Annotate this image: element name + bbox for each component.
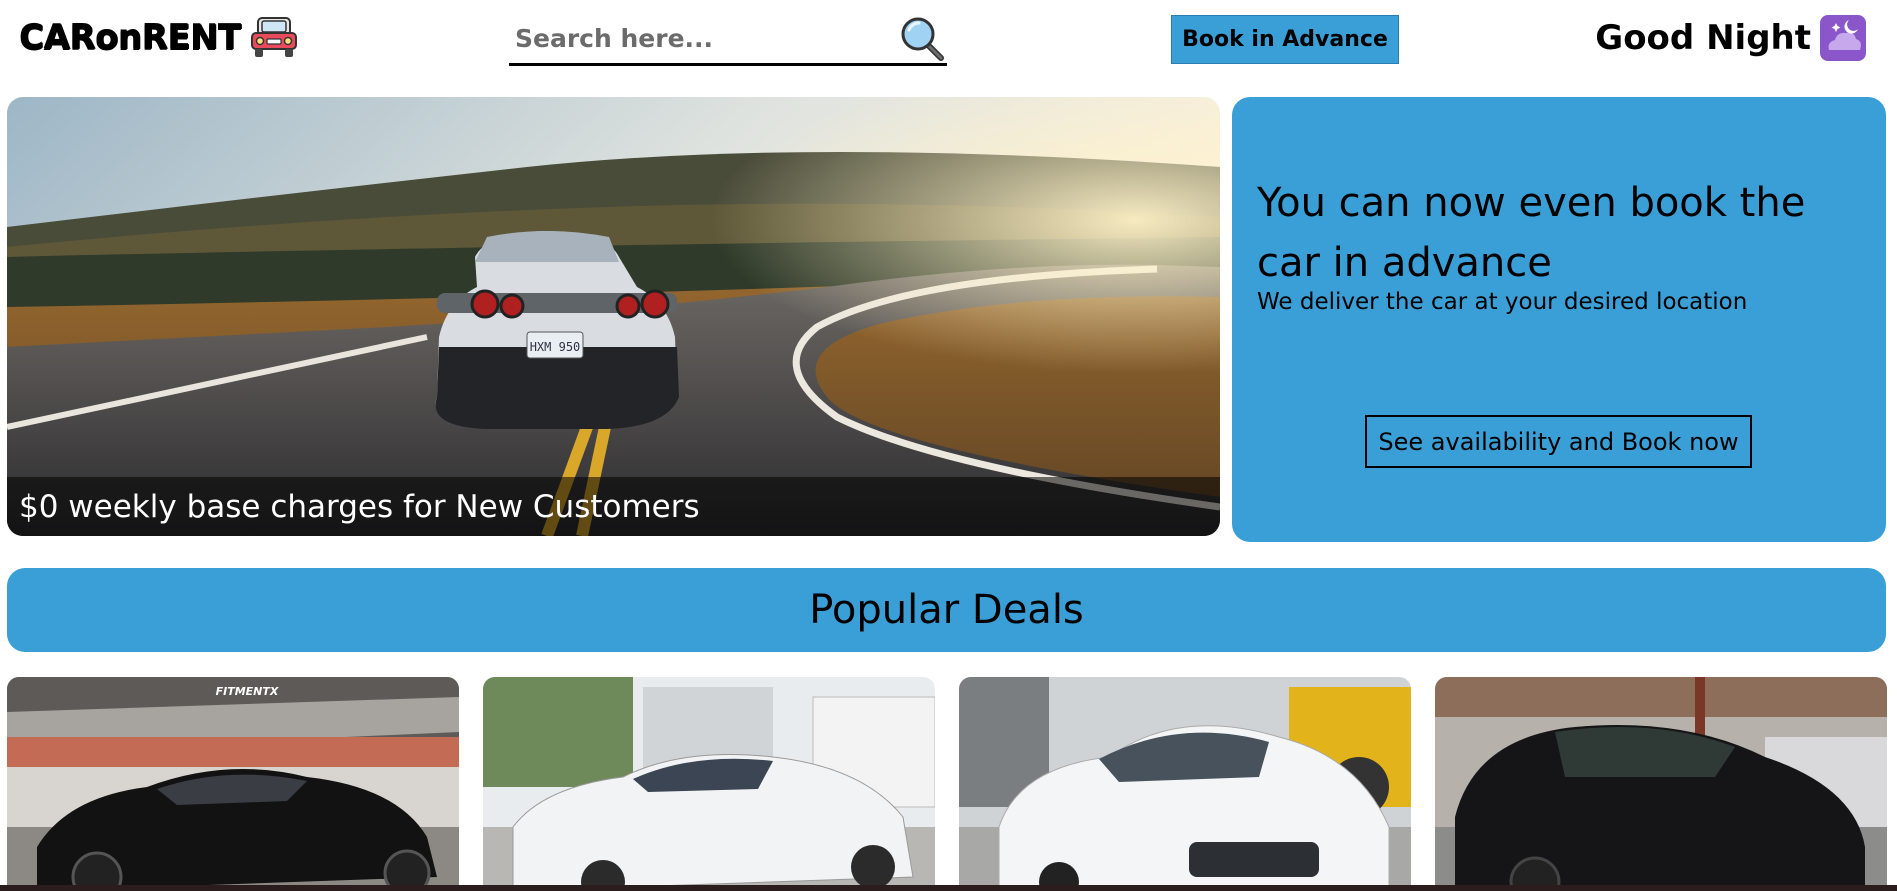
deal-car-image — [483, 677, 935, 891]
hero-banner: HXM 950 $0 weekly base charges for New C… — [7, 97, 1220, 536]
popular-deals-title: Popular Deals — [809, 587, 1084, 633]
deal-card-4[interactable] — [1435, 677, 1887, 891]
greeting-text: Good Night — [1595, 18, 1811, 58]
magnifier-icon[interactable] — [897, 16, 947, 62]
moon-stars-icon — [1820, 15, 1866, 61]
hero-car-image: HXM 950 — [7, 97, 1220, 536]
search-input[interactable] — [509, 16, 889, 61]
popular-deals-header: Popular Deals — [7, 568, 1886, 652]
deal-card-2[interactable] — [483, 677, 935, 891]
page-bottom-edge — [0, 885, 1897, 891]
car-icon — [250, 17, 297, 57]
promo-subtitle: We deliver the car at your desired locat… — [1257, 289, 1748, 315]
book-in-advance-button[interactable]: Book in Advance — [1171, 15, 1399, 64]
watermark-text: FITMENTX — [216, 685, 279, 698]
greeting: Good Night — [1595, 14, 1867, 62]
brand-name: CARonRENT — [19, 17, 241, 57]
advance-booking-panel: You can now even book the car in advance… — [1232, 97, 1886, 542]
deal-card-3[interactable] — [959, 677, 1411, 891]
brand-logo[interactable]: CARonRENT — [19, 14, 299, 60]
promo-title: You can now even book the car in advance — [1257, 180, 1806, 286]
hero-caption: $0 weekly base charges for New Customers — [7, 477, 1220, 536]
deal-card-1[interactable]: FITMENTX — [7, 677, 459, 891]
see-availability-button[interactable]: See availability and Book now — [1365, 415, 1752, 468]
deal-car-image — [1435, 677, 1887, 891]
search-bar — [509, 14, 947, 66]
license-plate: HXM 950 — [530, 340, 581, 354]
deal-car-image — [959, 677, 1411, 891]
top-navbar: CARonRENT Book in Advance Good Night — [0, 0, 1897, 90]
deals-card-row: FITMENTX — [7, 677, 1887, 891]
deal-car-image: FITMENTX — [7, 677, 459, 891]
